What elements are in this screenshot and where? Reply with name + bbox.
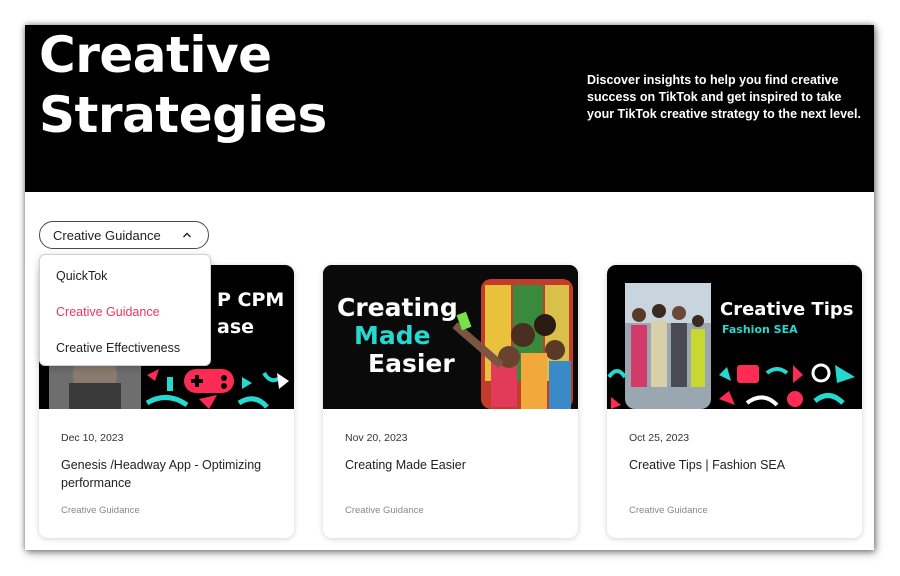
filter-selected-label: Creative Guidance bbox=[53, 227, 161, 243]
card-date: Oct 25, 2023 bbox=[629, 432, 690, 444]
thumb-decoration bbox=[607, 283, 855, 409]
thumb-text-line3: Easier bbox=[368, 349, 455, 378]
thumb-text-line2: Fashion SEA bbox=[722, 323, 798, 336]
menu-item-creative-guidance[interactable]: Creative Guidance bbox=[56, 305, 160, 319]
card-title[interactable]: Creative Tips | Fashion SEA bbox=[629, 456, 849, 474]
hero-banner: Creative Strategies Discover insights to… bbox=[25, 25, 874, 192]
article-card[interactable]: Creative Tips Fashion SEA Oct 25, 2023 C… bbox=[607, 265, 862, 538]
page-title: Creative Strategies bbox=[39, 25, 327, 145]
page-frame: Creative Strategies Discover insights to… bbox=[25, 25, 874, 550]
thumb-text-line2: Made bbox=[354, 321, 431, 350]
thumb-text-line1: Creative Tips bbox=[720, 299, 854, 320]
card-category-tag: Creative Guidance bbox=[61, 505, 140, 516]
filter-dropdown-menu: QuickTok Creative Guidance Creative Effe… bbox=[39, 254, 211, 366]
page-title-line1: Creative bbox=[39, 26, 272, 84]
category-filter-dropdown[interactable]: Creative Guidance bbox=[39, 221, 209, 249]
hero-description: Discover insights to help you find creat… bbox=[587, 73, 861, 121]
card-title[interactable]: Creating Made Easier bbox=[345, 456, 565, 474]
card-date: Dec 10, 2023 bbox=[61, 432, 124, 444]
chevron-up-icon bbox=[183, 232, 191, 238]
card-thumbnail: Creative Tips Fashion SEA bbox=[607, 265, 862, 409]
menu-item-creative-effectiveness[interactable]: Creative Effectiveness bbox=[56, 341, 180, 355]
card-thumbnail: Creating Made Easier bbox=[323, 265, 578, 409]
card-date: Nov 20, 2023 bbox=[345, 432, 408, 444]
thumb-text-line1: Creating bbox=[337, 293, 458, 322]
card-title[interactable]: Genesis /Headway App - Optimizing perfor… bbox=[61, 456, 281, 492]
card-category-tag: Creative Guidance bbox=[629, 505, 708, 516]
menu-item-quicktok[interactable]: QuickTok bbox=[56, 269, 107, 283]
page-title-line2: Strategies bbox=[39, 86, 327, 144]
article-card[interactable]: Creating Made Easier Nov 20, 2023 Creati… bbox=[323, 265, 578, 538]
card-category-tag: Creative Guidance bbox=[345, 505, 424, 516]
